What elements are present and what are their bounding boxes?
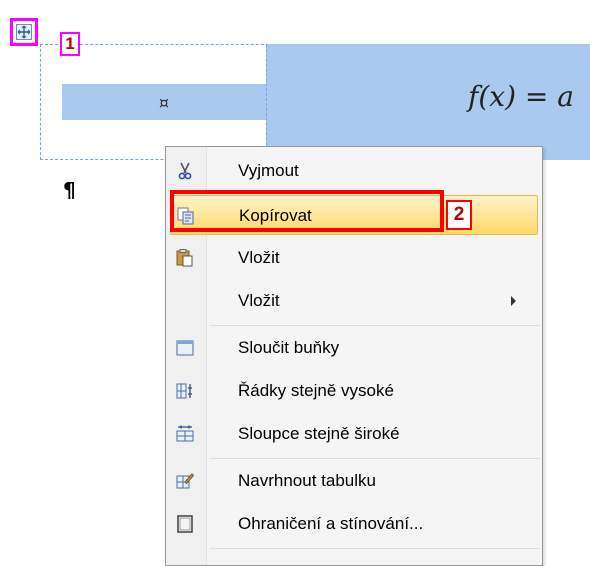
distribute-rows-icon [176, 382, 194, 400]
menu-item-distribute-rows[interactable]: Řádky stejně vysoké [170, 371, 538, 411]
menu-item-distribute-columns[interactable]: Sloupce stejně široké [170, 414, 538, 454]
table-cell-left[interactable]: ¤ [62, 84, 266, 120]
callout-label-2: 2 [446, 200, 472, 230]
menu-item-paste[interactable]: Vložit [170, 238, 538, 278]
menu-separator [210, 458, 540, 459]
copy-highlight-box [170, 190, 444, 232]
distribute-columns-icon [176, 425, 194, 443]
table-move-handle[interactable] [10, 18, 38, 46]
menu-separator [210, 548, 540, 549]
draw-table-icon [176, 472, 195, 490]
menu-item-merge-cells[interactable]: Sloučit buňky [170, 328, 538, 368]
menu-item-label: Vložit [238, 291, 280, 310]
menu-item-label: Vyjmout [238, 161, 299, 180]
merge-cells-icon [176, 339, 194, 357]
equation[interactable]: f(x) = a [468, 80, 574, 113]
borders-icon [176, 515, 194, 533]
menu-separator [210, 325, 540, 326]
menu-item-label: Sloučit buňky [238, 338, 340, 357]
move-icon [16, 24, 32, 40]
menu-item-paste-submenu[interactable]: Vložit [170, 281, 538, 321]
menu-item-borders-shading[interactable]: Ohraničení a stínování... [170, 504, 538, 544]
menu-item-label: Vložit [238, 248, 280, 267]
submenu-arrow-icon [511, 296, 516, 306]
paragraph-mark: ¶ [63, 178, 76, 202]
menu-item-label: Řádky stejně vysoké [238, 381, 394, 400]
callout-label-1: 1 [60, 32, 80, 56]
menu-item-label: Navrhnout tabulku [238, 471, 376, 490]
paste-icon [176, 249, 194, 267]
menu-item-cut[interactable]: Vyjmout [170, 151, 538, 191]
menu-item-label: Sloupce stejně široké [238, 424, 400, 443]
menu-item-draw-table[interactable]: Navrhnout tabulku [170, 461, 538, 501]
menu-item-label: Ohraničení a stínování... [238, 514, 424, 533]
scissors-icon [176, 162, 194, 180]
cell-end-marker: ¤ [158, 92, 170, 112]
